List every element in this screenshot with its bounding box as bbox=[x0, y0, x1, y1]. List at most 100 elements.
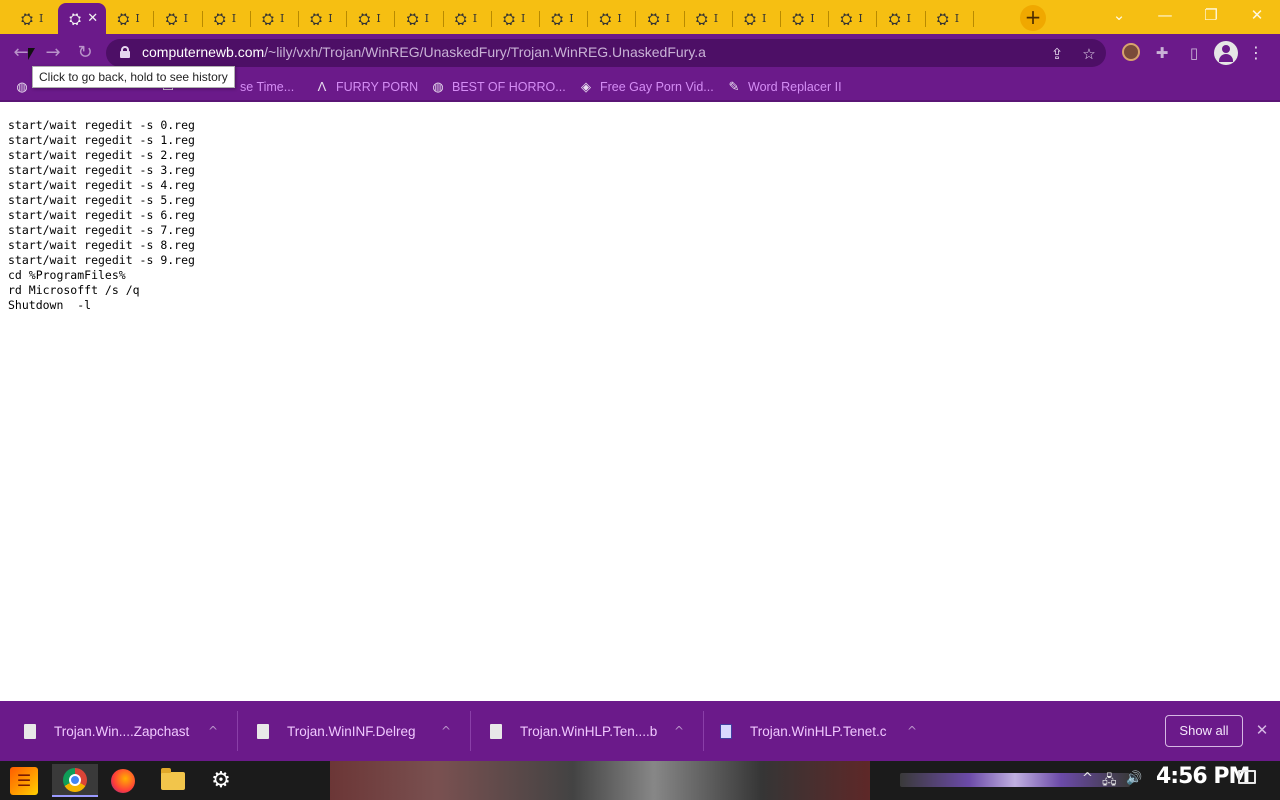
notifications-icon[interactable] bbox=[1238, 770, 1256, 784]
chrome-taskbar-button[interactable] bbox=[52, 764, 98, 797]
menu-icon[interactable]: ⋮ bbox=[1248, 41, 1264, 65]
file-explorer-taskbar-button[interactable] bbox=[150, 764, 196, 797]
restore-button[interactable]: ❐ bbox=[1196, 4, 1226, 26]
close-shelf-icon[interactable]: ✕ bbox=[1254, 721, 1270, 739]
tab[interactable]: ⛭ I bbox=[878, 3, 926, 34]
chrome-icon bbox=[63, 767, 87, 792]
firefox-icon bbox=[111, 768, 135, 793]
web-favicon-icon: ⛭ bbox=[695, 9, 708, 28]
tray-overflow-icon[interactable]: ^ bbox=[1082, 771, 1093, 786]
tab[interactable]: ⛭ I bbox=[299, 3, 348, 34]
tab[interactable]: ⛭ I bbox=[444, 3, 492, 34]
new-tab-button[interactable]: + bbox=[1020, 5, 1046, 31]
tab[interactable]: ⛭ I bbox=[926, 3, 974, 34]
settings-taskbar-button[interactable]: ⚙ bbox=[198, 764, 244, 797]
download-name: Trojan.WinINF.Delreg bbox=[287, 723, 416, 739]
start-button[interactable]: ☰ bbox=[10, 767, 38, 795]
network-icon[interactable]: 🖧 bbox=[1102, 771, 1117, 793]
bookmark-label: BEST OF HORRO... bbox=[452, 80, 566, 94]
file-icon bbox=[24, 723, 36, 739]
globe-icon: ◍ bbox=[16, 79, 28, 94]
tab[interactable]: ⛭ I bbox=[10, 3, 58, 34]
url-path: /~lily/vxh/Trojan/WinREG/UnaskedFury/Tro… bbox=[264, 44, 706, 60]
close-tab-icon[interactable]: ✕ bbox=[87, 11, 98, 26]
tab[interactable]: ⛭ I bbox=[251, 3, 299, 34]
profile-icon[interactable] bbox=[1214, 41, 1238, 65]
tab[interactable]: ⛭ I bbox=[733, 3, 781, 34]
tab[interactable]: ⛭ I bbox=[685, 3, 733, 34]
reload-button[interactable]: ↻ bbox=[72, 40, 98, 66]
tab-title: I bbox=[521, 12, 526, 25]
bookmark-item[interactable]: ◍ bbox=[14, 78, 30, 96]
tab[interactable]: ⛭ I bbox=[540, 3, 589, 34]
tab-search-button[interactable]: ⌄ bbox=[1104, 4, 1134, 26]
tab[interactable]: ⛭ I bbox=[637, 3, 685, 34]
tab-title: I bbox=[328, 12, 333, 25]
tab[interactable]: ⛭ I bbox=[781, 3, 830, 34]
divider bbox=[703, 711, 704, 751]
wr-icon: ✎ bbox=[728, 79, 740, 94]
lock-icon[interactable] bbox=[120, 46, 130, 58]
bookmark-label: se Time... bbox=[240, 80, 295, 94]
taskbar: ☰ ⚙ ^ 🖧 🔊 4:56 PM bbox=[0, 761, 1280, 800]
chevron-up-icon[interactable]: ^ bbox=[208, 724, 218, 738]
web-favicon-icon: ⛭ bbox=[310, 9, 323, 28]
tab[interactable]: ⛭ I bbox=[106, 3, 155, 34]
taskbar-wallpaper bbox=[330, 761, 870, 800]
tab[interactable]: ⛭ I bbox=[588, 3, 637, 34]
download-item[interactable]: Trojan.WinHLP.Tenet.c ^ bbox=[720, 713, 920, 749]
bookmark-item[interactable]: ◍ BEST OF HORRO... bbox=[430, 78, 566, 96]
file-icon bbox=[257, 723, 269, 739]
firefox-taskbar-button[interactable] bbox=[100, 764, 146, 797]
side-panel-icon[interactable]: ▯ bbox=[1182, 41, 1206, 65]
tab-title: I bbox=[183, 12, 188, 25]
web-favicon-icon: ⛭ bbox=[551, 9, 564, 28]
extension-avatar-icon[interactable] bbox=[1122, 43, 1140, 61]
tab[interactable]: ⛭ I bbox=[396, 3, 444, 34]
minimize-button[interactable]: — bbox=[1150, 4, 1180, 26]
close-window-button[interactable]: ✕ bbox=[1242, 4, 1272, 26]
download-item[interactable]: Trojan.WinHLP.Ten....b ^ bbox=[490, 713, 690, 749]
tab[interactable]: ⛭ I bbox=[492, 3, 540, 34]
web-favicon-icon: ⛭ bbox=[502, 9, 515, 28]
download-name: Trojan.Win....Zapchast bbox=[54, 723, 190, 739]
web-favicon-icon: ⛭ bbox=[792, 9, 805, 28]
web-favicon-icon: ⛭ bbox=[840, 9, 853, 28]
share-icon[interactable]: ⇪ bbox=[1046, 43, 1068, 65]
tab-title: I bbox=[617, 12, 622, 25]
chevron-up-icon[interactable]: ^ bbox=[907, 724, 917, 738]
download-item[interactable]: Trojan.WinINF.Delreg ^ bbox=[257, 713, 457, 749]
bookmark-item[interactable]: ✎ Word Replacer II bbox=[726, 78, 842, 96]
web-favicon-icon: ⛭ bbox=[69, 9, 82, 28]
web-favicon-icon: ⛭ bbox=[454, 9, 467, 28]
web-favicon-icon: ⛭ bbox=[117, 9, 130, 28]
volume-icon[interactable]: 🔊 bbox=[1126, 771, 1142, 786]
tab[interactable]: ⛭ I bbox=[347, 3, 396, 34]
tab-title: I bbox=[665, 12, 670, 25]
tab-title: I bbox=[135, 12, 140, 25]
web-favicon-icon: ⛭ bbox=[406, 9, 419, 28]
web-favicon-icon: ⛭ bbox=[936, 9, 949, 28]
tab-title: I bbox=[906, 12, 911, 25]
clock[interactable]: 4:56 PM bbox=[1156, 764, 1250, 789]
tab[interactable]: ⛭ I bbox=[829, 3, 878, 34]
show-all-button[interactable]: Show all bbox=[1165, 715, 1243, 747]
address-bar[interactable]: computernewb.com/~lily/vxh/Trojan/WinREG… bbox=[106, 39, 1106, 67]
bookmark-item[interactable]: Λ FURRY PORN bbox=[314, 78, 419, 96]
tab[interactable]: ⛭ I bbox=[203, 3, 251, 34]
file-icon bbox=[490, 723, 502, 739]
url-text[interactable]: computernewb.com/~lily/vxh/Trojan/WinREG… bbox=[142, 44, 706, 60]
globe-icon: ◍ bbox=[432, 79, 444, 94]
web-favicon-icon: ⛭ bbox=[358, 9, 371, 28]
web-favicon-icon: ⛭ bbox=[888, 9, 901, 28]
bookmark-star-icon[interactable]: ☆ bbox=[1078, 43, 1100, 65]
extensions-icon[interactable]: ✚ bbox=[1150, 41, 1174, 65]
chevron-up-icon[interactable]: ^ bbox=[674, 724, 684, 738]
chevron-up-icon[interactable]: ^ bbox=[441, 724, 451, 738]
bookmark-item[interactable]: ◈ Free Gay Porn Vid... bbox=[578, 78, 714, 96]
download-item[interactable]: Trojan.Win....Zapchast ^ bbox=[24, 713, 224, 749]
active-tab[interactable]: ⛭ ✕ bbox=[58, 3, 107, 34]
tab[interactable]: ⛭ I bbox=[155, 3, 203, 34]
forward-button[interactable]: → bbox=[40, 40, 66, 66]
web-favicon-icon: ⛭ bbox=[599, 9, 612, 28]
